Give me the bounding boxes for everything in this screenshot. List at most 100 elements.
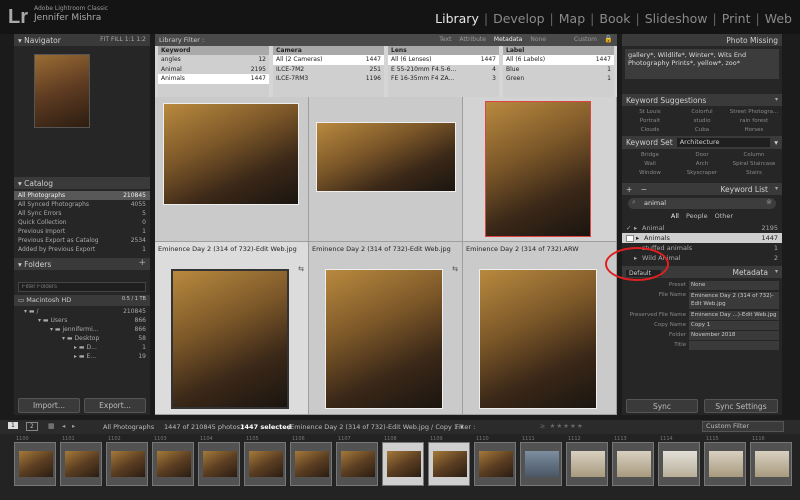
filmstrip-thumb[interactable]: 1100 (14, 436, 56, 486)
page-1-button[interactable]: 1 (8, 422, 18, 429)
photo-thumbnail[interactable] (163, 103, 299, 205)
filter-row[interactable]: ILCE-7M2 251 (273, 65, 384, 75)
filmstrip-thumb[interactable]: 1116 (750, 436, 792, 486)
folder-row[interactable]: ▸ ▬ D... 1 (14, 344, 150, 353)
add-keyword-button[interactable]: + (626, 185, 632, 194)
export-button[interactable]: Export... (84, 398, 146, 413)
filter-tab-text[interactable]: Text (439, 36, 451, 43)
suggestion[interactable]: Cuba (676, 127, 728, 133)
lock-icon[interactable]: 🔒 (604, 35, 613, 43)
filmstrip-thumb[interactable]: 1105 (244, 436, 286, 486)
sync-settings-button[interactable]: Sync Settings (704, 399, 778, 413)
photo-thumbnail[interactable] (479, 269, 597, 409)
grid-cell[interactable]: Eminence Day 2 (314 of 732)-Edit Web.jpg… (309, 242, 463, 415)
folder-row[interactable]: ▾ ▬ /210845 (14, 308, 150, 317)
filter-row[interactable]: Animal 2195 (158, 65, 269, 75)
filmstrip-thumb[interactable]: 1115 (704, 436, 746, 486)
keyword-set-item[interactable]: Spiral Staircase (728, 161, 780, 167)
filmstrip-thumb[interactable]: 1110 (474, 436, 516, 486)
photo-thumbnail[interactable] (316, 122, 456, 192)
folders-header[interactable]: ▾ Folders + (14, 258, 150, 270)
filmstrip-thumb[interactable]: 1101 (60, 436, 102, 486)
keyword-set-item[interactable]: Skyscraper (676, 170, 728, 176)
folder-row[interactable]: ▾ ▬ Desktop 58 (14, 335, 150, 344)
grid-cell[interactable]: Eminence Day 2 (314 of 732)-Edit Web.jpg (155, 97, 309, 255)
filter-row[interactable]: All (6 Lenses) 1447 (388, 55, 499, 65)
suggestion[interactable]: Horses (728, 127, 780, 133)
filter-row[interactable]: All (6 Labels) 1447 (503, 55, 614, 65)
suggestion[interactable]: St Louis (624, 109, 676, 115)
suggestion[interactable]: studio (676, 118, 728, 124)
photo-thumbnail[interactable] (325, 269, 443, 409)
module-slideshow[interactable]: Slideshow (641, 11, 712, 26)
suggestion[interactable]: Portrait (624, 118, 676, 124)
module-print[interactable]: Print (718, 11, 755, 26)
keyword-list-header[interactable]: + − Keyword List ▾ (622, 183, 782, 195)
filter-row[interactable]: Animals 1447 (158, 74, 269, 84)
rating-filter[interactable]: ≥ ★★★★★ (540, 422, 584, 430)
filmstrip-thumb[interactable]: 1113 (612, 436, 654, 486)
suggestion[interactable]: Street Photogra... (728, 109, 780, 115)
preset-select[interactable]: None (689, 280, 779, 290)
filmstrip-thumb[interactable]: 1106 (290, 436, 332, 486)
keyword-tab-people[interactable]: People (686, 212, 708, 220)
catalog-row[interactable]: All Sync Errors 5 (14, 209, 150, 218)
forward-icon[interactable]: ▸ (72, 422, 75, 430)
keyword-suggestions-header[interactable]: Keyword Suggestions ▾ (622, 94, 782, 106)
keyword-set-item[interactable]: Arch (676, 161, 728, 167)
filmstrip-thumb[interactable]: 1114 (658, 436, 700, 486)
filter-row[interactable]: angles 12 (158, 55, 269, 65)
keyword-set-item[interactable]: Stairs (728, 170, 780, 176)
filmstrip-thumb[interactable]: 1111 (520, 436, 562, 486)
keyword-set-item[interactable]: Bridge (624, 152, 676, 158)
keyword-search-input[interactable]: animal (628, 198, 776, 209)
filter-row[interactable]: Green 1 (503, 74, 614, 84)
suggestion[interactable]: Colorful (676, 109, 728, 115)
filter-tab-metadata[interactable]: Metadata (494, 36, 522, 43)
keyword-tab-other[interactable]: Other (715, 212, 733, 220)
filter-row[interactable]: All (2 Cameras) 1447 (273, 55, 384, 65)
filter-row[interactable]: ILCE-7RM3 1196 (273, 74, 384, 84)
catalog-header[interactable]: ▾ Catalog (14, 177, 150, 189)
catalog-row[interactable]: Added by Previous Export 1 (14, 245, 150, 254)
custom-filter-select[interactable]: Custom Filter (702, 421, 784, 432)
keyword-set-item[interactable]: Door (676, 152, 728, 158)
sync-icon[interactable]: ⇆ (452, 265, 458, 273)
folder-row[interactable]: ▾ ▬ jennifermi... 866 (14, 326, 150, 335)
catalog-row[interactable]: Previous Export as Catalog 2534 (14, 236, 150, 245)
module-book[interactable]: Book (595, 11, 634, 26)
clear-icon[interactable]: ⊗ (766, 198, 772, 206)
catalog-row[interactable]: All Photographs 210845 (14, 191, 150, 200)
grid-cell[interactable] (463, 97, 617, 242)
photo-thumbnail[interactable] (485, 101, 591, 237)
filmstrip-thumb[interactable]: 1108 (382, 436, 424, 486)
filter-tab-attribute[interactable]: Attribute (459, 36, 486, 43)
volume-row[interactable]: ▭ Macintosh HD 0.5 / 1 TB (14, 295, 150, 306)
remove-keyword-button[interactable]: − (641, 185, 647, 194)
suggestion[interactable]: rain forest (728, 118, 780, 124)
keyword-set-item[interactable]: Wall (624, 161, 676, 167)
suggestion[interactable]: Clouds (624, 127, 676, 133)
grid-cell[interactable]: Eminence Day 2 (314 of 732).ARW (463, 242, 617, 415)
add-folder-button[interactable]: + (138, 258, 146, 268)
zoom-options[interactable]: FIT FILL 1:1 1:2 (100, 36, 146, 43)
sync-icon[interactable]: ⇆ (298, 265, 304, 273)
folder-row[interactable]: ▾ ▬ Users 866 (14, 317, 150, 326)
sync-button[interactable]: Sync (626, 399, 698, 413)
folder-row[interactable]: ▸ ▬ E... 19 (14, 353, 150, 362)
catalog-row[interactable]: All Synced Photographs 4055 (14, 200, 150, 209)
grid-cell[interactable] (309, 97, 463, 242)
page-2-button[interactable]: 2 (26, 422, 38, 431)
filmstrip-thumb[interactable]: 1103 (152, 436, 194, 486)
grid-cell[interactable]: Eminence Day 2 (314 of 732)-Edit Web.jpg… (155, 242, 309, 415)
back-icon[interactable]: ◂ (62, 422, 65, 430)
filter-row[interactable]: E 55-210mm F4.5-6... 4 (388, 65, 499, 75)
grid-view-icon[interactable]: ▦ (48, 422, 55, 430)
keyword-set-item[interactable]: Window (624, 170, 676, 176)
filter-row[interactable]: Blue 1 (503, 65, 614, 75)
filter-preset[interactable]: Custom (574, 36, 597, 43)
keyword-tags-field[interactable]: gallery*, Wildlife*, Winter*, Wits End P… (625, 49, 779, 79)
filmstrip-thumb[interactable]: 1107 (336, 436, 378, 486)
keyword-tab-all[interactable]: All (671, 212, 679, 220)
module-develop[interactable]: Develop (489, 11, 548, 26)
